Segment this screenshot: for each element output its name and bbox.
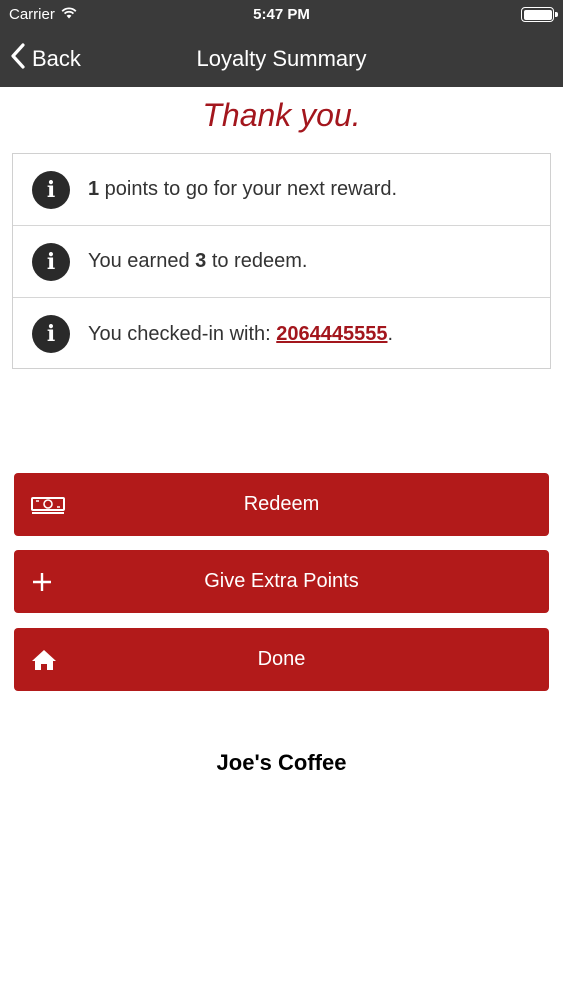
thank-you-heading: Thank you. xyxy=(202,97,361,133)
info-icon: i xyxy=(32,315,70,353)
status-bar: Carrier 5:47 PM xyxy=(0,0,563,30)
earned-text: You earned 3 to redeem. xyxy=(88,250,307,273)
done-button[interactable]: Done xyxy=(14,628,549,691)
plus-icon xyxy=(31,571,53,593)
info-icon: i xyxy=(32,170,70,209)
phone-number-link[interactable]: 2064445555 xyxy=(276,323,387,345)
business-name: Joe's Coffee xyxy=(216,750,347,775)
info-row-earned: i You earned 3 to redeem. xyxy=(13,226,550,298)
done-label: Done xyxy=(257,648,306,670)
home-icon xyxy=(31,649,57,671)
redeem-button[interactable]: Redeem xyxy=(14,473,549,536)
earned-number: 3 xyxy=(195,250,207,272)
battery-icon xyxy=(521,7,558,22)
nav-bar: Back Loyalty Summary xyxy=(0,30,563,87)
give-extra-points-button[interactable]: Give Extra Points xyxy=(14,550,549,613)
points-to-go-text: 1 points to go for your next reward. xyxy=(88,178,397,201)
redeem-label: Redeem xyxy=(243,493,320,515)
info-list: i 1 points to go for your next reward. i… xyxy=(12,153,551,369)
info-icon: i xyxy=(32,242,70,281)
points-to-go-number: 1 xyxy=(88,178,100,200)
money-icon xyxy=(31,495,65,515)
earned-prefix: You earned xyxy=(88,250,196,272)
earned-suffix: to redeem. xyxy=(206,250,308,272)
info-row-points-to-go: i 1 points to go for your next reward. xyxy=(13,154,550,226)
info-row-checked-in: i You checked-in with: 2064445555. xyxy=(13,298,550,370)
points-to-go-label: points to go for your next reward. xyxy=(99,178,398,200)
checked-in-text: You checked-in with: 2064445555. xyxy=(88,323,393,346)
page-title: Loyalty Summary xyxy=(196,46,367,71)
checked-in-prefix: You checked-in with: xyxy=(88,322,277,345)
give-extra-points-label: Give Extra Points xyxy=(204,570,359,592)
status-time: 5:47 PM xyxy=(253,6,310,23)
checked-in-suffix: . xyxy=(387,322,394,345)
